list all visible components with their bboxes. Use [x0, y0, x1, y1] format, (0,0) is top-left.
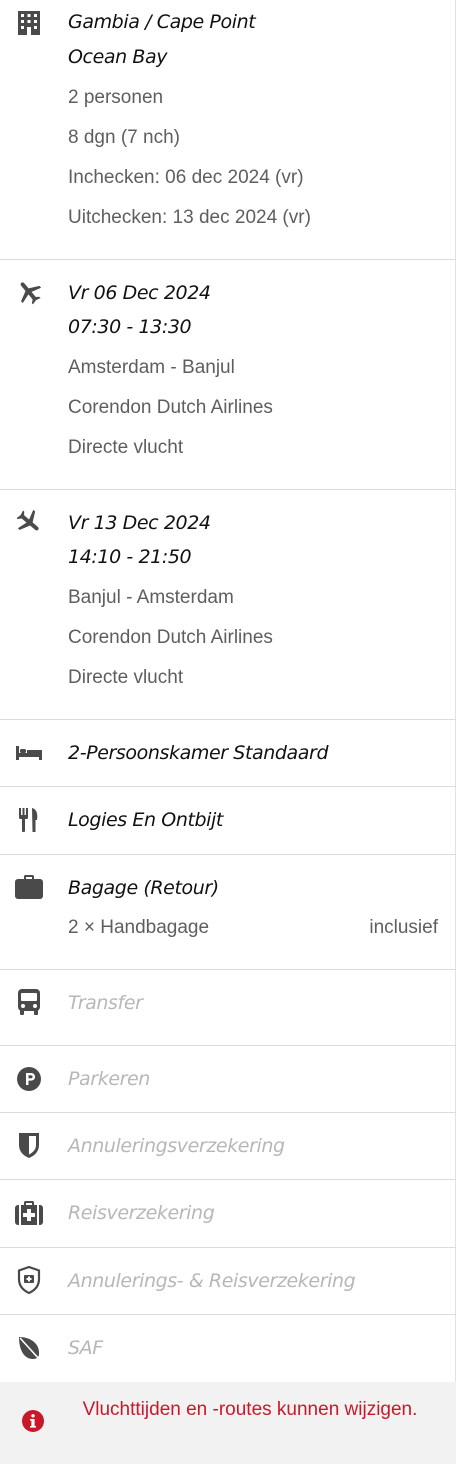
- board-type: Logies En Ontbijt: [68, 809, 223, 831]
- building-icon: [14, 8, 44, 38]
- shield-medical-icon: [14, 1265, 44, 1295]
- board-section: Logies En Ontbijt: [0, 787, 456, 855]
- cancellation-insurance-label: Annuleringsverzekering: [68, 1135, 285, 1157]
- destination: Gambia / Cape Point: [68, 11, 256, 33]
- return-flight-section: Vr 13 Dec 2024 14:10 - 21:50 Banjul - Am…: [0, 490, 456, 720]
- travel-insurance-label: Reisverzekering: [68, 1202, 215, 1224]
- transfer-section[interactable]: Transfer: [0, 970, 456, 1046]
- notice-text: Vluchttijden en -routes kunnen wijzigen.: [82, 1399, 418, 1420]
- info-icon: [18, 1406, 48, 1436]
- outbound-date: Vr 06 Dec 2024: [68, 282, 211, 304]
- return-flight-type: Directe vlucht: [68, 667, 184, 688]
- flight-change-notice: Vluchttijden en -routes kunnen wijzigen.: [0, 1382, 456, 1464]
- room-section: 2-Persoonskamer Standaard: [0, 720, 456, 787]
- shield-icon: [14, 1130, 44, 1160]
- parking-icon: [14, 1064, 44, 1094]
- combined-insurance-label: Annulerings- & Reisverzekering: [68, 1270, 356, 1292]
- airplane-takeoff-icon: [14, 277, 44, 307]
- outbound-time: 07:30 - 13:30: [68, 316, 192, 338]
- cancellation-insurance-section[interactable]: Annuleringsverzekering: [0, 1113, 456, 1180]
- checkin-date: Inchecken: 06 dec 2024 (vr): [68, 167, 304, 188]
- checkout-date: Uitchecken: 13 dec 2024 (vr): [68, 207, 311, 228]
- baggage-item: 2 × Handbagage: [68, 917, 210, 938]
- medical-kit-icon: [14, 1198, 44, 1228]
- combined-insurance-section[interactable]: Annulerings- & Reisverzekering: [0, 1248, 456, 1315]
- room-type: 2-Persoonskamer Standaard: [68, 742, 329, 764]
- return-date: Vr 13 Dec 2024: [68, 512, 211, 534]
- baggage-section: Bagage (Retour) 2 × Handbagage inclusief: [0, 855, 456, 970]
- return-route: Banjul - Amsterdam: [68, 587, 234, 608]
- baggage-status: inclusief: [369, 917, 438, 938]
- return-time: 14:10 - 21:50: [68, 546, 192, 568]
- cutlery-icon: [14, 805, 44, 835]
- persons: 2 personen: [68, 87, 164, 108]
- bus-icon: [14, 987, 44, 1017]
- saf-label: SAF: [68, 1337, 103, 1359]
- airplane-landing-icon: [14, 507, 44, 537]
- bed-icon: [14, 738, 44, 768]
- suitcase-icon: [14, 872, 44, 902]
- travel-insurance-section[interactable]: Reisverzekering: [0, 1180, 456, 1248]
- outbound-airline: Corendon Dutch Airlines: [68, 397, 273, 418]
- parking-section[interactable]: Parkeren: [0, 1046, 456, 1113]
- outbound-flight-type: Directe vlucht: [68, 437, 184, 458]
- transfer-label: Transfer: [68, 992, 143, 1014]
- return-airline: Corendon Dutch Airlines: [68, 627, 273, 648]
- hotel-section: Gambia / Cape Point Ocean Bay 2 personen…: [0, 0, 456, 260]
- outbound-route: Amsterdam - Banjul: [68, 357, 235, 378]
- baggage-title: Bagage (Retour): [68, 877, 219, 899]
- parking-label: Parkeren: [68, 1068, 150, 1090]
- booking-summary-panel: Gambia / Cape Point Ocean Bay 2 personen…: [0, 0, 456, 1464]
- hotel-name: Ocean Bay: [68, 46, 168, 68]
- leaf-icon: [14, 1333, 44, 1363]
- outbound-flight-section: Vr 06 Dec 2024 07:30 - 13:30 Amsterdam -…: [0, 260, 456, 490]
- duration: 8 dgn (7 nch): [68, 127, 180, 148]
- saf-section[interactable]: SAF: [0, 1315, 456, 1382]
